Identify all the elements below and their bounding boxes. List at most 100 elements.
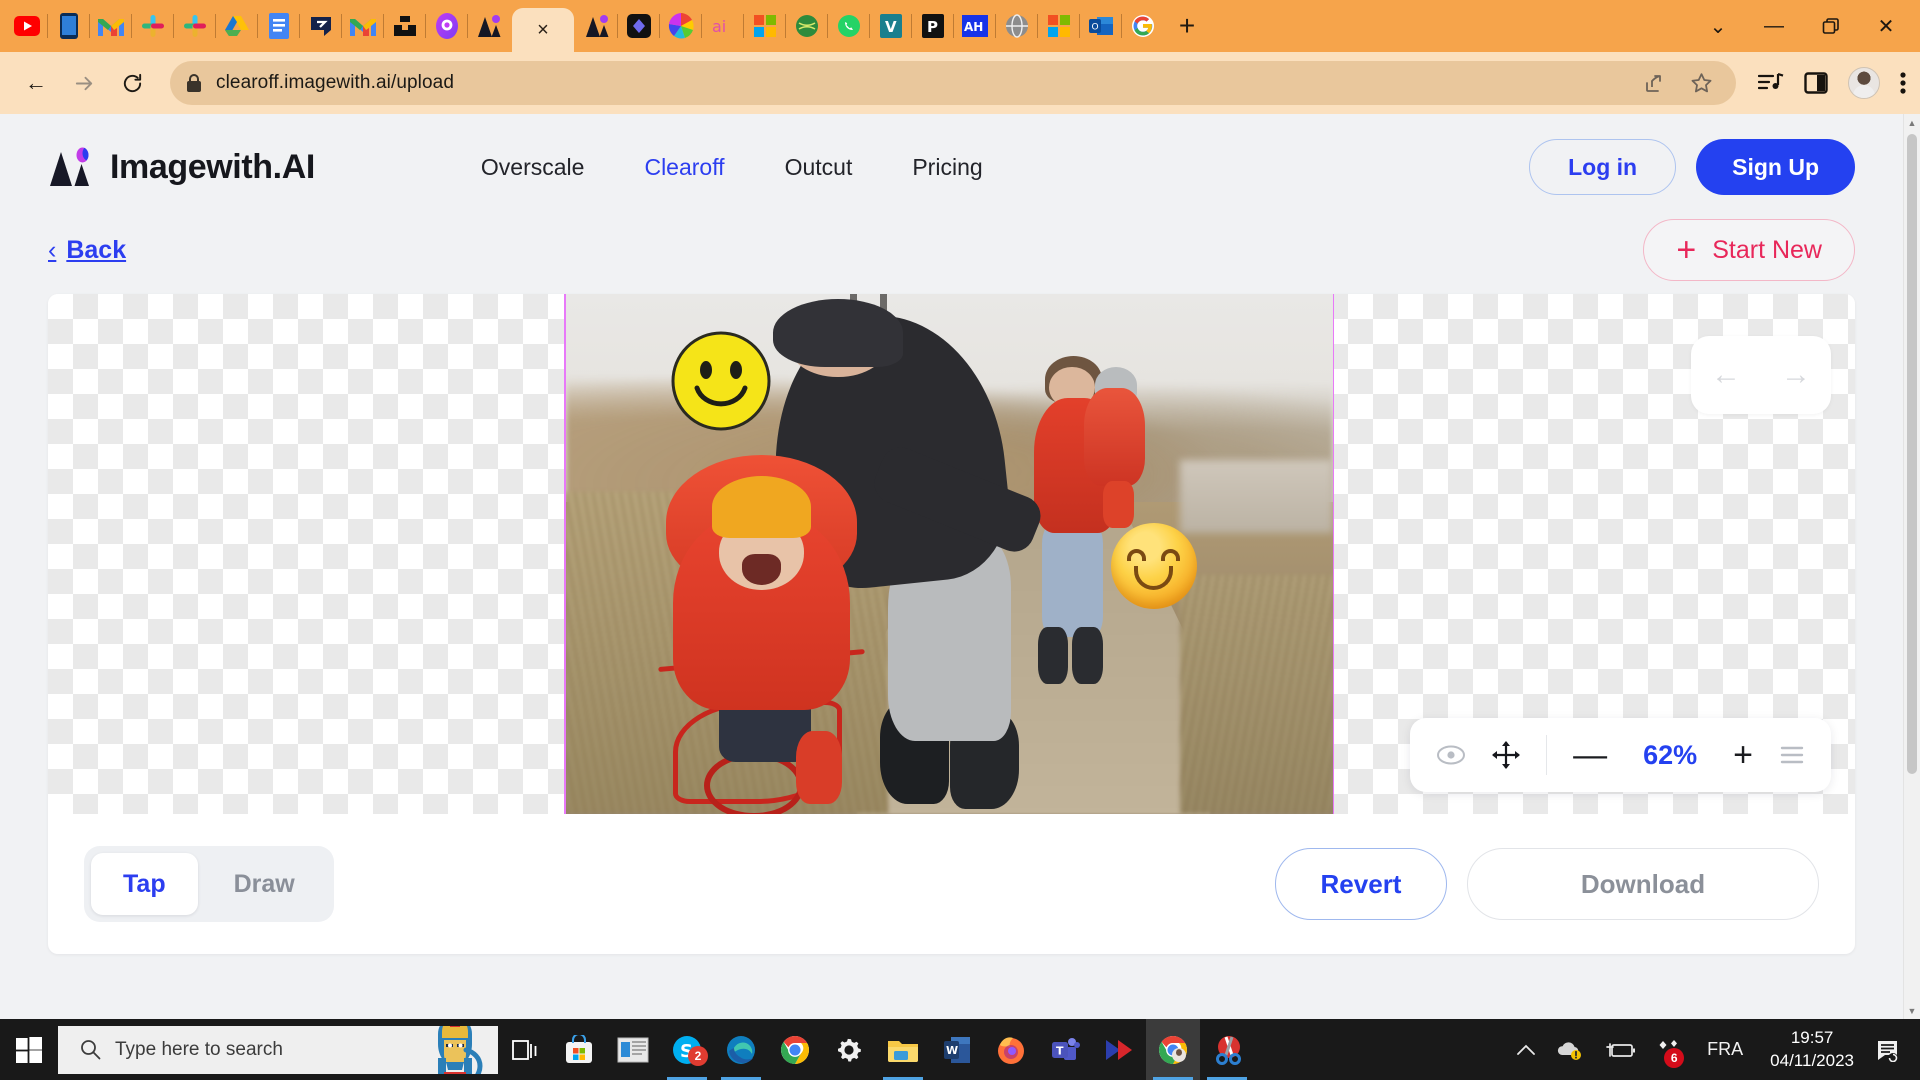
signup-button[interactable]: Sign Up	[1696, 139, 1855, 195]
page-scrollbar[interactable]: ▲ ▼	[1903, 114, 1920, 1019]
task-view-icon[interactable]	[498, 1019, 552, 1080]
windows-start-button[interactable]	[0, 1019, 58, 1080]
close-tab-icon[interactable]: ×	[537, 20, 549, 40]
language-indicator[interactable]: FRA	[1694, 1039, 1756, 1060]
zoom-out-button[interactable]: —	[1573, 738, 1607, 772]
bookmark-ah[interactable]: AH	[953, 0, 996, 52]
page-content: Imagewith.AI Overscale Clearoff Outcut P…	[0, 114, 1903, 1019]
login-button[interactable]: Log in	[1529, 139, 1677, 195]
bookmark-gmail[interactable]	[89, 0, 132, 52]
download-button[interactable]: Download	[1467, 848, 1819, 920]
smiley-classic-sticker[interactable]	[670, 330, 772, 432]
chrome-menu-icon[interactable]	[1900, 71, 1906, 95]
image-canvas[interactable]: ← → — 62% +	[48, 294, 1855, 814]
editor-footer: Tap Draw Revert Download	[48, 814, 1855, 954]
bookmark-diamond-app[interactable]	[617, 0, 660, 52]
reload-button[interactable]	[110, 61, 154, 105]
bookmark-phone[interactable]	[47, 0, 90, 52]
nav-item-outcut[interactable]: Outcut	[785, 154, 853, 181]
scroll-down-arrow[interactable]: ▼	[1904, 1002, 1920, 1019]
microsoft-word-icon[interactable]: W	[930, 1019, 984, 1080]
url-omnibox[interactable]: clearoff.imagewith.ai/upload	[170, 61, 1736, 105]
smiling-face-emoji[interactable]	[1110, 522, 1197, 609]
brand-logo[interactable]: Imagewith.AI	[48, 146, 315, 188]
bookmark-google-docs[interactable]	[257, 0, 300, 52]
onedrive-warning-icon[interactable]	[1546, 1019, 1594, 1080]
photo-container[interactable]	[564, 294, 1334, 814]
eye-icon[interactable]	[1436, 744, 1466, 766]
profile-avatar[interactable]	[1848, 67, 1880, 99]
nav-item-overscale[interactable]: Overscale	[481, 154, 585, 181]
bookmark-google[interactable]	[1121, 0, 1164, 52]
microsoft-teams-icon[interactable]: T	[1038, 1019, 1092, 1080]
microsoft-edge-icon[interactable]	[714, 1019, 768, 1080]
browser-toolbar-icons	[1752, 67, 1906, 99]
bookmark-unsplash[interactable]	[383, 0, 426, 52]
skype-icon[interactable]: S 2	[660, 1019, 714, 1080]
minimize-button[interactable]: —	[1746, 0, 1802, 52]
bookmark-microsoft-2[interactable]	[1037, 0, 1080, 52]
close-window-button[interactable]: ✕	[1858, 0, 1914, 52]
media-player-icon[interactable]	[1092, 1019, 1146, 1080]
google-chrome-icon[interactable]	[768, 1019, 822, 1080]
undo-button[interactable]: ←	[1711, 360, 1741, 390]
bookmark-google-drive[interactable]	[215, 0, 258, 52]
mode-tab-draw[interactable]: Draw	[202, 853, 327, 915]
bookmark-microsoft[interactable]	[743, 0, 786, 52]
new-tab-button[interactable]: +	[1164, 0, 1210, 52]
bookmark-imagewith-ai-2[interactable]	[576, 0, 618, 52]
action-center-icon[interactable]	[1868, 1019, 1916, 1080]
bookmark-outlook[interactable]: O	[1079, 0, 1122, 52]
back-link[interactable]: ‹ Back	[48, 236, 126, 265]
bookmark-gmail-2[interactable]	[341, 0, 384, 52]
zoom-in-button[interactable]: +	[1733, 738, 1753, 772]
start-new-button[interactable]: + Start New	[1643, 219, 1855, 281]
forward-button[interactable]	[62, 61, 106, 105]
taskbar-search-box[interactable]: Type here to search	[58, 1025, 498, 1074]
active-browser-tab[interactable]: ×	[512, 8, 574, 52]
bookmark-whatsapp[interactable]	[827, 0, 870, 52]
notifications-tray-icon[interactable]: 6	[1646, 1019, 1694, 1080]
nav-item-pricing[interactable]: Pricing	[912, 154, 982, 181]
bookmark-ai-tool[interactable]: ai	[701, 0, 744, 52]
scroll-up-arrow[interactable]: ▲	[1904, 114, 1920, 131]
news-icon[interactable]	[606, 1019, 660, 1080]
mode-tab-tap[interactable]: Tap	[91, 853, 198, 915]
snipping-tool-icon[interactable]	[1200, 1019, 1254, 1080]
bookmark-color-wheel[interactable]	[659, 0, 702, 52]
revert-button[interactable]: Revert	[1275, 848, 1447, 920]
google-chrome-icon-2[interactable]	[1146, 1019, 1200, 1080]
tray-expand-chevron-icon[interactable]	[1506, 1019, 1546, 1080]
bookmark-globe[interactable]	[995, 0, 1038, 52]
svg-text:V: V	[885, 18, 897, 36]
settings-gear-icon[interactable]	[822, 1019, 876, 1080]
sub-toolbar: ‹ Back + Start New	[48, 206, 1855, 294]
file-explorer-icon[interactable]	[876, 1019, 930, 1080]
maximize-button[interactable]	[1802, 0, 1858, 52]
hamburger-icon[interactable]	[1779, 745, 1805, 765]
battery-charging-icon[interactable]	[1594, 1019, 1646, 1080]
bookmark-vimeo[interactable]: V	[869, 0, 912, 52]
bookmark-globe-green[interactable]	[785, 0, 828, 52]
nav-item-clearoff[interactable]: Clearoff	[644, 154, 724, 181]
bookmark-pinterest-dark[interactable]: P	[911, 0, 954, 52]
move-icon[interactable]	[1492, 741, 1521, 769]
bookmark-youtube[interactable]	[6, 0, 48, 52]
bookmark-imagewith-ai[interactable]	[467, 0, 510, 52]
svg-text:T: T	[1056, 1044, 1064, 1057]
window-controls: ⌄ — ✕	[1690, 0, 1920, 52]
firefox-icon[interactable]	[984, 1019, 1038, 1080]
bookmark-picsart[interactable]	[425, 0, 468, 52]
tab-search-chevron-icon[interactable]: ⌄	[1690, 0, 1746, 52]
scrollbar-thumb[interactable]	[1907, 134, 1917, 774]
back-button[interactable]: ←	[14, 61, 58, 105]
side-panel-icon[interactable]	[1804, 71, 1828, 95]
search-placeholder: Type here to search	[115, 1038, 283, 1060]
bookmark-pitch[interactable]	[299, 0, 342, 52]
bookmark-slack-2[interactable]	[173, 0, 216, 52]
microsoft-store-icon[interactable]	[552, 1019, 606, 1080]
redo-button[interactable]: →	[1781, 360, 1811, 390]
bookmark-slack[interactable]	[131, 0, 174, 52]
media-playlist-icon[interactable]	[1758, 71, 1784, 95]
taskbar-clock[interactable]: 19:57 04/11/2023	[1756, 1027, 1868, 1073]
